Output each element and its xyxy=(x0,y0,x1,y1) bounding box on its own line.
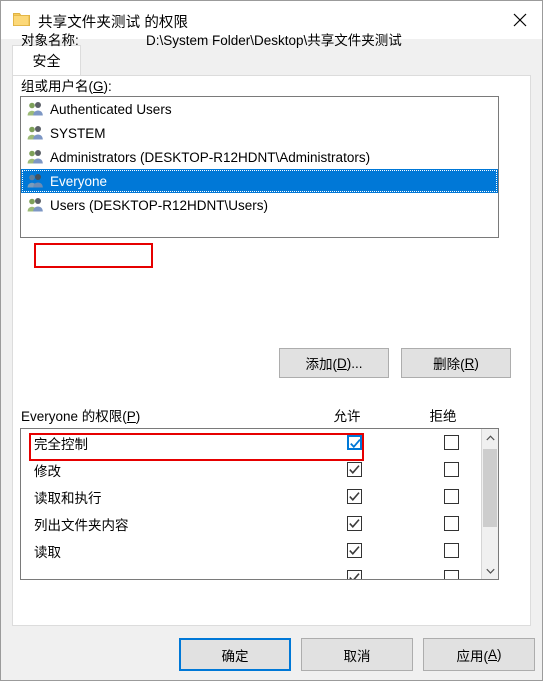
permission-row-list-folder-contents[interactable]: 列出文件夹内容 xyxy=(21,510,481,537)
tab-security[interactable]: 安全 xyxy=(12,45,81,76)
users-icon xyxy=(27,101,44,117)
allow-checkbox-full-control[interactable] xyxy=(344,433,364,453)
checkbox-box xyxy=(443,570,459,579)
object-name-label: 对象名称: xyxy=(21,33,79,48)
deny-checkbox-full-control[interactable] xyxy=(441,433,461,453)
list-item-label: Authenticated Users xyxy=(50,101,172,117)
checkbox-box xyxy=(346,570,362,579)
chevron-down-icon xyxy=(485,568,495,574)
group-list-label: 组或用户名(G): xyxy=(21,79,112,94)
cancel-button[interactable]: 取消 xyxy=(301,638,413,671)
scroll-up-button[interactable] xyxy=(482,429,498,446)
ok-button[interactable]: 确定 xyxy=(179,638,291,671)
ok-button-label: 确定 xyxy=(221,648,249,664)
check-icon xyxy=(349,439,361,449)
check-icon xyxy=(348,573,360,579)
add-button[interactable]: 添加(D)... xyxy=(279,348,389,378)
checkbox-box xyxy=(443,462,459,477)
users-icon xyxy=(27,149,44,165)
allow-checkbox-partial[interactable] xyxy=(344,568,364,579)
group-item-everyone[interactable]: Everyone xyxy=(21,169,498,193)
close-button[interactable] xyxy=(497,1,542,38)
permission-name: 完全控制 xyxy=(34,436,88,452)
checkbox-box xyxy=(443,489,459,504)
folder-icon xyxy=(13,12,30,27)
list-item[interactable]: Users (DESKTOP-R12HDNT\Users) xyxy=(21,193,498,217)
permissions-list: 完全控制 修改 读取和执行 列出文件夹内容 读取 xyxy=(20,428,499,580)
permission-row-full-control[interactable]: 完全控制 xyxy=(21,429,481,456)
scrollbar-thumb[interactable] xyxy=(483,449,497,527)
checkbox-box xyxy=(443,516,459,531)
close-icon xyxy=(513,13,526,26)
deny-checkbox-list-folder-contents[interactable] xyxy=(441,514,461,534)
checkbox-box xyxy=(346,543,362,558)
permission-row-modify[interactable]: 修改 xyxy=(21,456,481,483)
users-icon xyxy=(27,125,44,141)
permissions-scrollbar[interactable] xyxy=(481,429,498,579)
scroll-down-button[interactable] xyxy=(482,562,498,579)
checkbox-box xyxy=(346,489,362,504)
apply-button-accel: A xyxy=(487,647,497,662)
checkbox-box xyxy=(443,543,459,558)
check-icon xyxy=(348,465,360,474)
list-item-label: Administrators (DESKTOP-R12HDNT\Administ… xyxy=(50,149,371,165)
group-or-user-list[interactable]: Authenticated Users SYSTEM Administrator… xyxy=(20,96,499,238)
check-icon xyxy=(348,492,360,501)
permission-name: 读取和执行 xyxy=(34,490,102,506)
checkbox-box xyxy=(346,516,362,531)
permission-name: 修改 xyxy=(34,463,61,479)
checkbox-box xyxy=(443,435,459,450)
permissions-label-accel: P xyxy=(126,409,136,424)
permission-row-read[interactable]: 读取 xyxy=(21,537,481,564)
checkbox-box xyxy=(346,462,362,477)
cancel-button-label: 取消 xyxy=(343,648,371,664)
checkbox-box xyxy=(346,435,362,450)
users-icon xyxy=(27,197,44,213)
list-item-label: Everyone xyxy=(50,173,108,189)
permission-row-read-execute[interactable]: 读取和执行 xyxy=(21,483,481,510)
check-icon xyxy=(348,546,360,555)
list-item-label: SYSTEM xyxy=(50,125,106,141)
deny-checkbox-modify[interactable] xyxy=(441,460,461,480)
remove-button-accel: R xyxy=(464,355,475,371)
tab-security-label: 安全 xyxy=(32,53,61,69)
remove-button[interactable]: 删除(R) xyxy=(401,348,511,378)
chevron-up-icon xyxy=(485,434,495,440)
deny-checkbox-partial[interactable] xyxy=(441,568,461,579)
allow-checkbox-read[interactable] xyxy=(344,541,364,561)
permissions-scroll-area: 完全控制 修改 读取和执行 列出文件夹内容 读取 xyxy=(21,429,481,579)
permission-name: 读取 xyxy=(34,544,61,560)
list-item-label: Users (DESKTOP-R12HDNT\Users) xyxy=(50,197,269,213)
permission-row-partial[interactable] xyxy=(21,564,481,579)
deny-checkbox-read[interactable] xyxy=(441,541,461,561)
allow-checkbox-list-folder-contents[interactable] xyxy=(344,514,364,534)
permissions-dialog: 共享文件夹测试 的权限 安全 对象名称: D:\System Folder\De… xyxy=(0,0,543,681)
allow-checkbox-read-execute[interactable] xyxy=(344,487,364,507)
allow-checkbox-modify[interactable] xyxy=(344,460,364,480)
list-item[interactable]: Authenticated Users xyxy=(21,97,498,121)
add-button-accel: D xyxy=(337,355,347,371)
users-icon xyxy=(27,173,44,189)
column-header-allow: 允许 xyxy=(333,409,361,424)
object-name-value: D:\System Folder\Desktop\共享文件夹测试 xyxy=(146,33,402,48)
list-item[interactable]: SYSTEM xyxy=(21,121,498,145)
column-header-deny: 拒绝 xyxy=(429,409,457,424)
list-item[interactable]: Administrators (DESKTOP-R12HDNT\Administ… xyxy=(21,145,498,169)
deny-checkbox-read-execute[interactable] xyxy=(441,487,461,507)
apply-button[interactable]: 应用(A) xyxy=(423,638,535,671)
permissions-label: Everyone 的权限(P) xyxy=(21,409,141,424)
group-list-label-accel: G xyxy=(93,79,104,94)
check-icon xyxy=(348,519,360,528)
permission-name: 列出文件夹内容 xyxy=(34,517,129,533)
